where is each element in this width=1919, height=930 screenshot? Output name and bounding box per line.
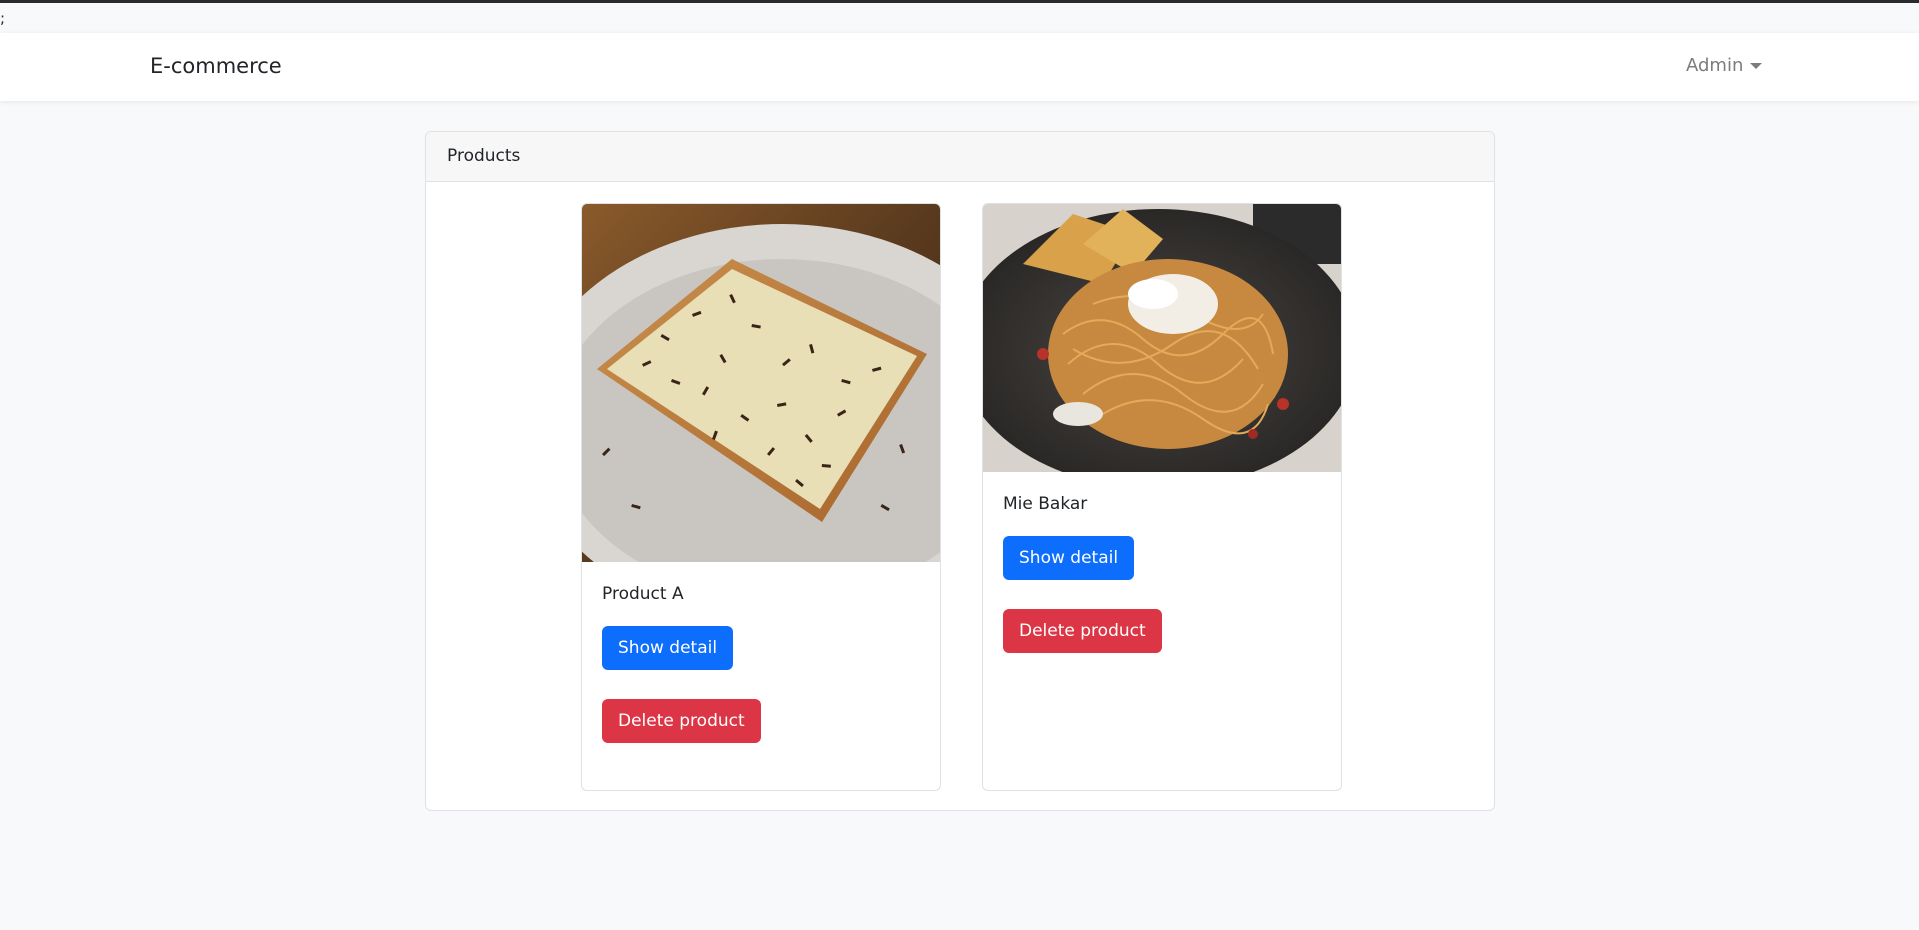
show-detail-button[interactable]: Show detail (602, 626, 734, 670)
product-card: Mie Bakar Show detail Delete product (982, 203, 1342, 791)
navbar: E-commerce Admin (0, 33, 1919, 101)
product-image (983, 204, 1341, 472)
navbar-brand[interactable]: E-commerce (150, 52, 282, 80)
stray-text: ; (0, 9, 6, 27)
page-top-strip: ; (0, 0, 1919, 33)
card-body: Product A Show detail Delete product (582, 562, 940, 763)
delete-product-button[interactable]: Delete product (1003, 609, 1162, 653)
product-name: Product A (602, 584, 684, 604)
show-detail-button[interactable]: Show detail (1003, 536, 1135, 580)
admin-dropdown-toggle[interactable]: Admin (1686, 54, 1763, 78)
product-card: Product A Show detail Delete product (581, 203, 941, 791)
products-panel: Products Product A Show detail Delete pr… (425, 131, 1495, 811)
product-name: Mie Bakar (1003, 494, 1088, 514)
product-image (582, 204, 940, 562)
delete-product-button[interactable]: Delete product (602, 699, 761, 743)
panel-header: Products (426, 132, 1494, 182)
card-body: Mie Bakar Show detail Delete product (983, 472, 1341, 673)
admin-menu-label: Admin (1686, 55, 1744, 76)
caret-down-icon (1750, 63, 1763, 69)
